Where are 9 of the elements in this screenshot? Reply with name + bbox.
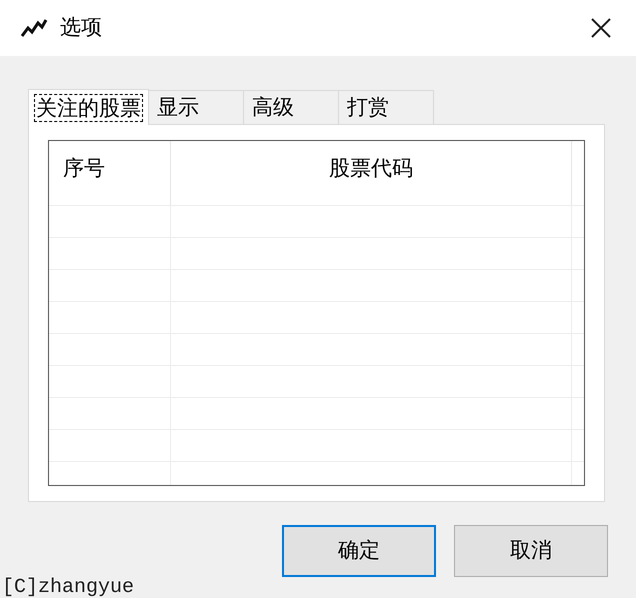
cancel-button[interactable]: 取消 xyxy=(454,525,608,577)
copyright-label: [C]zhangyue xyxy=(2,576,134,598)
column-header: 序号 xyxy=(49,141,171,205)
tab[interactable]: 打赏 xyxy=(338,90,434,124)
ok-button[interactable]: 确定 xyxy=(282,525,436,577)
column-header: 股票代码 xyxy=(171,141,572,205)
window-title: 选项 xyxy=(60,14,102,42)
chart-line-icon xyxy=(20,17,48,39)
tab[interactable]: 关注的股票 xyxy=(28,89,149,125)
